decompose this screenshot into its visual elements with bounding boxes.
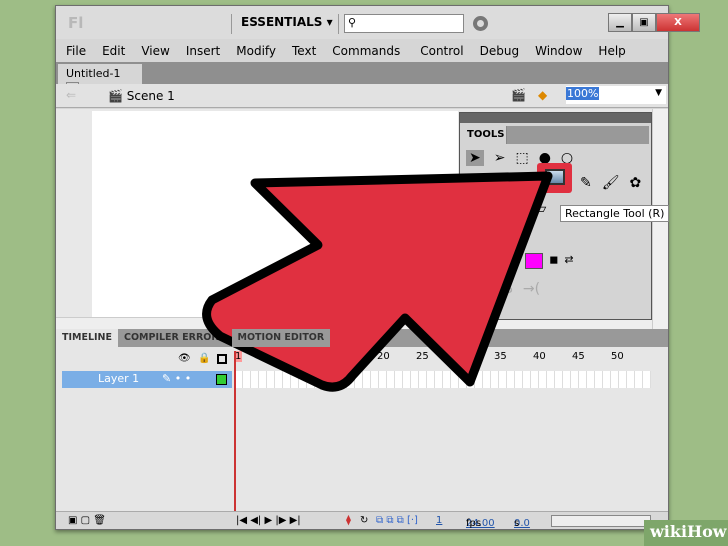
red-arrow-annotation: [202, 171, 553, 392]
tab-motion-editor[interactable]: MOTION EDITOR: [231, 329, 331, 347]
